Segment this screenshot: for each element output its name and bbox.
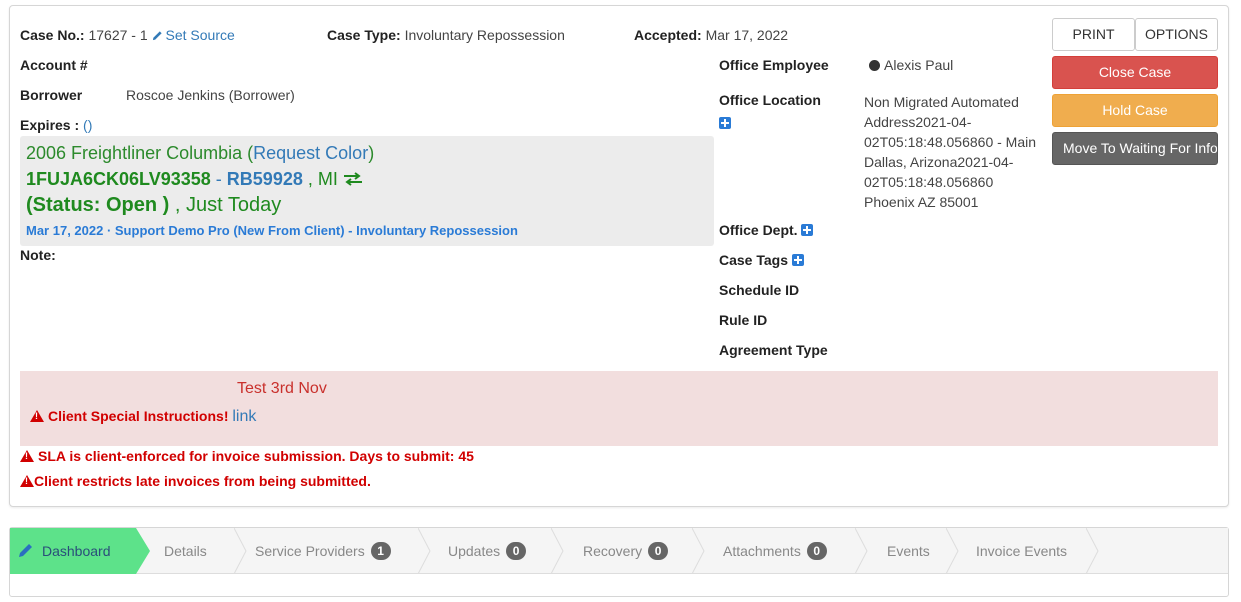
tab-label: Updates [448,543,501,559]
tab-recovery[interactable]: Recovery 0 [583,528,669,574]
status-dot-icon [869,60,880,71]
tab-dashboard[interactable]: Dashboard [10,528,136,574]
case-tags: Case Tags [719,252,804,268]
tab-details[interactable]: Details [164,528,207,574]
client-special-label: Client Special Instructions! [48,408,229,424]
move-to-waiting-button[interactable]: Move To Waiting For Info [1052,132,1218,165]
tab-badge: 1 [370,542,391,560]
tab-bar: Dashboard Details Service Providers 1 Up… [10,528,1228,574]
tab-badge: 0 [806,542,827,560]
office-employee-label: Office Employee [719,57,829,73]
instructions-title: Test 3rd Nov [237,380,327,397]
accepted-date: Accepted: Mar 17, 2022 [634,27,788,43]
warning-icon [30,410,44,422]
tab-separator [234,528,247,574]
accepted-value: Mar 17, 2022 [705,27,789,43]
tab-invoice-events[interactable]: Invoice Events [976,528,1067,574]
vehicle-title-line: 2006 Freightliner Columbia (Request Colo… [26,143,375,163]
set-source-link[interactable]: Set Source [152,27,235,43]
vehicle-state: , MI [307,169,338,189]
request-color-link[interactable]: Request Color [253,143,368,163]
vehicle-vin: 1FUJA6CK06LV93358 [26,169,211,189]
pencil-icon [152,31,162,41]
vehicle-status-line: (Status: Open ) , Just Today [26,194,281,217]
print-button[interactable]: PRINT [1052,18,1135,51]
vehicle-status: (Status: Open ) [26,194,170,216]
case-tags-label: Case Tags [719,252,788,268]
account-label: Account # [20,57,88,73]
expires-link[interactable]: () [83,117,92,133]
instructions-link[interactable]: link [232,408,256,425]
tab-separator [1086,528,1099,574]
office-dept: Office Dept. [719,222,814,238]
warning-icon [20,450,34,462]
tab-separator [946,528,959,574]
case-type-label: Case Type: [327,27,401,43]
add-office-dept-icon[interactable] [801,224,814,236]
sla-notice: SLA is client-enforced for invoice submi… [20,448,474,464]
vehicle-status-time: , Just Today [174,194,282,216]
vehicle-id-line: 1FUJA6CK06LV93358 - RB59928 , MI [26,169,363,190]
schedule-id-label: Schedule ID [719,282,800,298]
case-tabs-panel: Dashboard Details Service Providers 1 Up… [9,527,1229,597]
pencil-icon [19,544,32,557]
agreement-type-label: Agreement Type [719,342,828,358]
case-no-label: Case No.: [20,27,85,43]
office-location-label: Office Location [719,92,821,108]
vehicle-meta[interactable]: Mar 17, 2022 · Support Demo Pro (New Fro… [26,223,518,238]
add-case-tag-icon[interactable] [791,254,804,266]
tab-badge: 0 [648,542,669,560]
special-instructions: Test 3rd Nov Client Special Instructions… [20,371,1218,446]
accepted-label: Accepted: [634,27,702,43]
vehicle-title: 2006 Freightliner Columbia [26,143,243,163]
case-no-value: 17627 - 1 [88,27,148,43]
case-type: Case Type: Involuntary Repossession [327,27,565,43]
office-location-value: Non Migrated Automated Address2021-04-02… [864,94,1037,210]
tab-separator [418,528,431,574]
vehicle-plate: RB59928 [226,169,303,189]
hold-case-button[interactable]: Hold Case [1052,94,1218,127]
add-office-location-icon[interactable] [719,117,731,129]
tab-label: Dashboard [42,543,111,559]
tab-label: Details [164,543,207,559]
client-special-instructions: Client Special Instructions! link [30,408,256,426]
tab-updates[interactable]: Updates 0 [448,528,527,574]
case-type-value: Involuntary Repossession [404,27,565,43]
late-invoice-text: Client restricts late invoices from bein… [34,473,371,489]
close-case-button[interactable]: Close Case [1052,56,1218,89]
tab-service-providers[interactable]: Service Providers 1 [255,528,391,574]
office-dept-label: Office Dept. [719,222,798,238]
tab-label: Recovery [583,543,643,559]
borrower-label: Borrower [20,87,83,103]
expires-label: Expires : [20,117,80,133]
options-button[interactable]: OPTIONS [1135,18,1218,51]
tab-badge: 0 [506,542,527,560]
office-employee-value: Alexis Paul [884,57,954,73]
tab-label: Invoice Events [976,543,1068,559]
case-number: Case No.: 17627 - 1 Set Source [20,27,235,43]
tab-label: Service Providers [255,543,365,559]
tab-attachments[interactable]: Attachments 0 [723,528,827,574]
tab-events[interactable]: Events [887,528,930,574]
note-label: Note: [20,247,56,263]
tab-label: Attachments [723,543,801,559]
tab-label: Events [887,543,930,559]
warning-icon [20,475,34,487]
borrower-value: Roscoe Jenkins (Borrower) [126,87,295,103]
late-invoice-notice: Client restricts late invoices from bein… [20,473,371,489]
swap-icon[interactable] [343,172,363,186]
tab-separator [136,528,150,574]
tab-separator [692,528,705,574]
expires-field: Expires : () [20,117,92,133]
sla-text: SLA is client-enforced for invoice submi… [38,448,474,464]
office-employee: Alexis Paul [869,57,953,73]
tab-separator [551,528,564,574]
tab-separator [855,528,868,574]
vehicle-summary: 2006 Freightliner Columbia (Request Colo… [20,136,714,246]
rule-id-label: Rule ID [719,312,768,328]
set-source-label: Set Source [165,27,235,43]
